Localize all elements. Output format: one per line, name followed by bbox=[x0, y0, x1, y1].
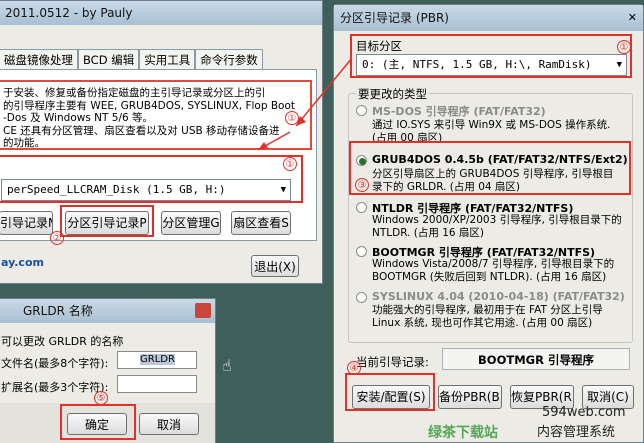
main-window-title: 2011.0512 - by Pauly bbox=[5, 6, 133, 20]
marker-1c: ① bbox=[617, 40, 631, 54]
filename-label: 文件名(最多8个字符): bbox=[1, 357, 109, 370]
pbr-titlebar: 分区引导记录 (PBR) bbox=[334, 5, 643, 31]
tab-cmdline-args[interactable]: 命令行参数 bbox=[195, 49, 263, 69]
msdos-option-title: MS-DOS 引导程序 (FAT/FAT32) bbox=[372, 105, 546, 118]
type-label: 要更改的类型 bbox=[356, 86, 429, 102]
pbr-title: 分区引导记录 (PBR) bbox=[340, 11, 449, 25]
dialog-prompt: 可以更改 GRLDR 的名称 bbox=[1, 335, 124, 348]
marker-1a: ① bbox=[285, 111, 299, 125]
hand-cursor-icon: ☝ bbox=[222, 356, 232, 375]
msdos-radio[interactable] bbox=[356, 105, 367, 116]
syslinux-option-title: SYSLINUX 4.04 (2010-04-18) (FAT/FAT32) bbox=[372, 290, 625, 303]
marker-5: ⑤ bbox=[94, 391, 108, 405]
current-record-value: BOOTMGR 引导程序 bbox=[442, 348, 630, 370]
tab-disk-image[interactable]: 磁盘镜像处理 bbox=[0, 49, 78, 69]
highlight-install-button bbox=[345, 373, 435, 411]
highlight-ok-button bbox=[60, 404, 136, 440]
syslinux-radio[interactable] bbox=[356, 292, 367, 303]
ext-label: 扩展名(最多3个字符): bbox=[1, 381, 109, 394]
dialog-title: GRLDR 名称 bbox=[23, 304, 93, 318]
tab-utilities[interactable]: 实用工具 bbox=[139, 49, 196, 69]
highlight-disk-select bbox=[0, 155, 303, 203]
dialog-titlebar: GRLDR 名称 bbox=[0, 299, 215, 323]
cancel-button[interactable]: 取消 bbox=[139, 413, 199, 435]
marker-1b: ① bbox=[283, 157, 297, 171]
pbr-close-icon[interactable]: ✕ bbox=[628, 11, 637, 24]
highlight-pbr-button bbox=[60, 205, 154, 237]
filename-input-value: GRLDR bbox=[140, 354, 175, 365]
ext-input[interactable] bbox=[117, 375, 197, 393]
ntldr-radio[interactable] bbox=[356, 202, 367, 213]
partition-manager-button[interactable]: 分区管理G bbox=[161, 211, 221, 235]
ntldr-option-desc: Windows 2000/XP/2003 引导程序, 引导根目录下的 NTLDR… bbox=[372, 214, 622, 239]
highlight-grub4dos-option bbox=[349, 141, 631, 195]
highlight-description bbox=[0, 80, 312, 150]
tab-strip: 磁盘镜像处理 BCD 编辑 实用工具 命令行参数 bbox=[0, 49, 322, 69]
watermark-domain: 594web.com bbox=[542, 405, 626, 420]
current-record-label: 当前引导记录: bbox=[356, 355, 429, 369]
exit-button[interactable]: 退出(X) bbox=[251, 255, 299, 277]
watermark-green: 绿茶下载站 bbox=[428, 425, 498, 441]
marker-4: ④ bbox=[347, 361, 361, 375]
main-window-titlebar: 2011.0512 - by Pauly bbox=[0, 1, 322, 25]
syslinux-option-desc: 功能强大的引导程序, 最初用于在 FAT 分区上引导 Linux 系统, 现也可… bbox=[372, 304, 603, 329]
bootmgr-radio[interactable] bbox=[356, 246, 367, 257]
highlight-target-partition bbox=[350, 34, 632, 78]
backup-pbr-button[interactable]: 备份PBR(B) bbox=[438, 385, 502, 409]
marker-2: ② bbox=[50, 231, 64, 245]
tab-bcd-edit[interactable]: BCD 编辑 bbox=[78, 49, 140, 69]
dialog-close-icon[interactable] bbox=[195, 303, 211, 318]
website-link[interactable]: ay.com bbox=[1, 256, 44, 269]
watermark-cms: 内容管理系统 bbox=[537, 425, 616, 440]
filename-input[interactable]: GRLDR bbox=[117, 351, 197, 369]
mbr-button[interactable]: 引导记录M bbox=[0, 211, 53, 235]
marker-3: ③ bbox=[355, 178, 369, 192]
bootmgr-option-desc: Windows Vista/2008/7 引导程序, 引导根目录下的 BOOTM… bbox=[372, 258, 615, 283]
sector-viewer-button[interactable]: 扇区查看S bbox=[231, 211, 291, 235]
